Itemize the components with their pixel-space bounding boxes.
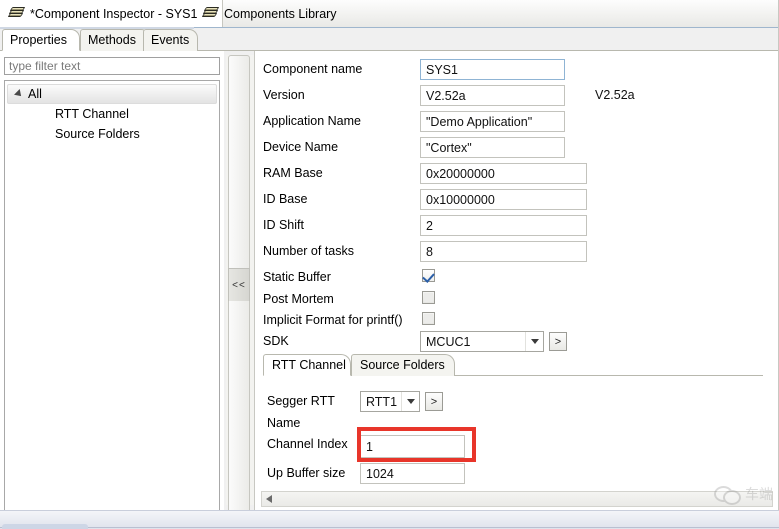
chevron-down-icon[interactable]	[14, 89, 24, 99]
editor-tab-components-library[interactable]: Components Library	[194, 0, 345, 27]
property-label: Name	[267, 416, 300, 430]
collapse-pane-button[interactable]: <<	[228, 268, 250, 302]
tab-label: Methods	[88, 33, 136, 47]
segger-rtt-browse-label: >	[431, 396, 437, 408]
tab-events[interactable]: Events	[143, 29, 198, 51]
tab-source-folders[interactable]: Source Folders	[351, 354, 455, 376]
sub-tabbar: RTT Channel Source Folders	[263, 354, 763, 376]
tab-properties[interactable]: Properties	[2, 29, 80, 51]
version-input[interactable]: V2.52a	[420, 85, 565, 106]
id-shift-input[interactable]: 2	[420, 215, 587, 236]
watermark-label: 车端	[745, 484, 773, 504]
application-name-input[interactable]: "Demo Application"	[420, 111, 565, 132]
editor-tab-label: *Component Inspector - SYS1	[30, 7, 197, 21]
chevron-down-icon[interactable]	[401, 392, 419, 411]
implicit-format-printf-checkbox[interactable]	[422, 312, 435, 325]
tab-methods[interactable]: Methods	[80, 29, 150, 51]
field-value: 1	[366, 440, 373, 454]
up-buffer-size-input[interactable]: 1024	[360, 463, 465, 484]
field-value: V2.52a	[426, 89, 466, 103]
component-name-input[interactable]: SYS1	[420, 59, 565, 80]
stacked-disks-icon	[202, 6, 218, 21]
device-name-input[interactable]: "Cortex"	[420, 137, 565, 158]
filter-input[interactable]: type filter text	[4, 57, 220, 75]
scroll-left-icon[interactable]	[266, 495, 272, 503]
property-label: Component name	[263, 62, 362, 76]
segger-rtt-combo[interactable]: RTT1	[360, 391, 420, 412]
collapse-pane-label: <<	[232, 280, 246, 291]
properties-pane: Component name SYS1 Version V2.52a Appli…	[254, 51, 779, 510]
category-pane: type filter text All RTT Channel Source …	[0, 51, 224, 510]
sdk-browse-label: >	[555, 336, 561, 348]
number-of-tasks-input[interactable]: 8	[420, 241, 587, 262]
tree-item-label: All	[28, 87, 42, 101]
field-value: 0x20000000	[426, 167, 495, 181]
tab-label: Source Folders	[360, 358, 445, 372]
filter-input-text: type filter text	[9, 59, 80, 73]
property-label: Segger RTT	[267, 394, 335, 408]
tab-label: Properties	[10, 33, 67, 47]
tree-item-label: Source Folders	[55, 127, 140, 141]
bottom-tab-stub[interactable]	[2, 524, 88, 529]
sash-trough-upper	[228, 55, 250, 269]
property-label: Version	[263, 88, 305, 102]
version-note: V2.52a	[595, 88, 635, 102]
sdk-combo[interactable]: MCUC1	[420, 331, 544, 352]
field-value: 2	[426, 219, 433, 233]
post-mortem-checkbox[interactable]	[422, 291, 435, 304]
property-label: Post Mortem	[263, 292, 334, 306]
tree-item-source-folders[interactable]: Source Folders	[5, 124, 219, 144]
property-label: ID Shift	[263, 218, 304, 232]
app-window: *Component Inspector - SYS1 ✖ Components…	[0, 0, 779, 529]
id-base-input[interactable]: 0x10000000	[420, 189, 587, 210]
property-label: Channel Index	[267, 437, 348, 451]
horizontal-scrollbar[interactable]	[261, 491, 773, 507]
tab-label: Events	[151, 33, 189, 47]
editor-tab-component-inspector[interactable]: *Component Inspector - SYS1 ✖	[0, 0, 223, 27]
property-label: Implicit Format for printf()	[263, 313, 403, 327]
sdk-browse-button[interactable]: >	[549, 332, 567, 351]
property-label: RAM Base	[263, 166, 323, 180]
tab-label: RTT Channel	[272, 358, 346, 372]
property-label: Device Name	[263, 140, 338, 154]
channel-index-input[interactable]: 1	[360, 435, 465, 458]
sash-trough-lower	[228, 301, 250, 529]
editor-tab-label: Components Library	[224, 7, 337, 21]
field-value: 0x10000000	[426, 193, 495, 207]
property-label: Application Name	[263, 114, 361, 128]
ram-base-input[interactable]: 0x20000000	[420, 163, 587, 184]
wechat-icon	[714, 485, 740, 503]
property-label: Static Buffer	[263, 270, 331, 284]
inner-tabbar: Properties Methods Events	[0, 29, 779, 51]
property-label: Up Buffer size	[267, 466, 345, 480]
property-label: Number of tasks	[263, 244, 354, 258]
property-label: SDK	[263, 334, 289, 348]
editor-tabbar: *Component Inspector - SYS1 ✖ Components…	[0, 0, 779, 28]
tree-item-rtt-channel[interactable]: RTT Channel	[5, 104, 219, 124]
segger-rtt-browse-button[interactable]: >	[425, 392, 443, 411]
chrome-divider	[0, 527, 779, 528]
pane-sash[interactable]: <<	[226, 55, 254, 505]
chevron-down-icon[interactable]	[525, 332, 543, 351]
tab-rtt-channel[interactable]: RTT Channel	[263, 354, 351, 376]
watermark: 车端	[714, 484, 773, 504]
field-value: 8	[426, 245, 433, 259]
category-tree[interactable]: All RTT Channel Source Folders	[4, 80, 220, 529]
static-buffer-checkbox[interactable]	[422, 269, 435, 282]
tree-item-all[interactable]: All	[7, 84, 217, 104]
combo-value: MCUC1	[426, 335, 470, 349]
property-label: ID Base	[263, 192, 307, 206]
field-value: "Cortex"	[426, 141, 472, 155]
field-value: "Demo Application"	[426, 115, 532, 129]
field-value: SYS1	[426, 63, 458, 77]
stacked-disks-icon	[8, 6, 24, 21]
tree-item-label: RTT Channel	[55, 107, 129, 121]
bottom-chrome	[0, 510, 779, 529]
combo-value: RTT1	[366, 395, 397, 409]
field-value: 1024	[366, 467, 394, 481]
